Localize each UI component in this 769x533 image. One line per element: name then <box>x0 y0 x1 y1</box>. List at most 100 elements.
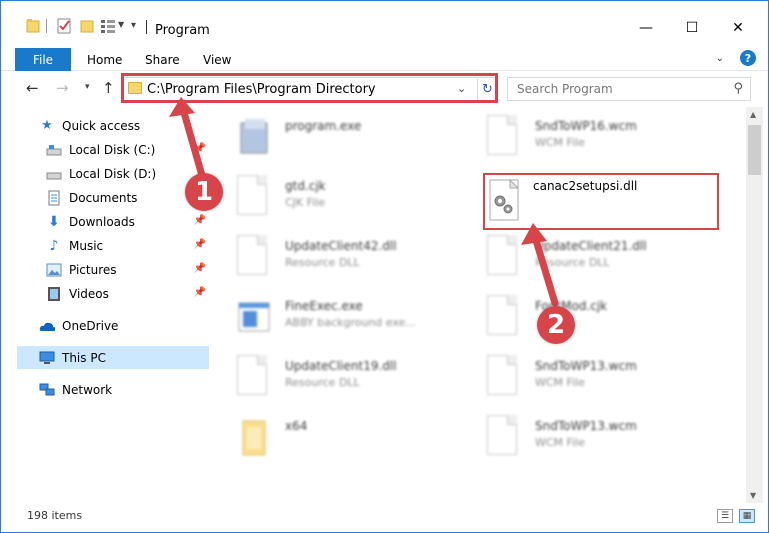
sidebar-item-label: OneDrive <box>62 318 119 333</box>
sidebar-item-label: Music <box>69 238 104 253</box>
callout-2: 2 <box>537 306 575 344</box>
details-view-icon[interactable]: ☰ <box>717 509 733 523</box>
file-item[interactable]: FineExec.exe ABBY background exe... <box>217 291 457 349</box>
address-bar[interactable]: C:\Program Files\Program Directory ⌄ ↻ <box>121 77 498 102</box>
recent-locations-icon[interactable]: ▾ <box>85 82 90 92</box>
address-dropdown-icon[interactable]: ⌄ <box>457 82 466 95</box>
tab-share[interactable]: Share <box>145 53 180 67</box>
document-icon <box>487 355 521 399</box>
view-options-icon[interactable] <box>100 17 116 35</box>
dll-icon <box>237 235 271 279</box>
file-item[interactable]: x64 <box>217 411 457 469</box>
tab-view[interactable]: View <box>203 53 231 67</box>
maximize-button[interactable]: ☐ <box>669 13 715 43</box>
file-item[interactable]: UpdateClient42.dll Resource DLL <box>217 231 457 289</box>
network-icon <box>39 382 55 398</box>
sidebar-item-label: Documents <box>69 190 138 205</box>
file-type: Resource DLL <box>285 256 360 269</box>
documents-icon <box>46 190 62 206</box>
address-path[interactable]: C:\Program Files\Program Directory <box>147 82 376 97</box>
sidebar-item-local-disk-d[interactable]: Local Disk (D:) <box>46 162 209 185</box>
help-icon[interactable]: ? <box>740 50 756 66</box>
navigation-pane: ★ Quick access Local Disk (C:) 📌 Local D… <box>1 107 216 503</box>
sidebar-item-downloads[interactable]: ⬇ Downloads 📌 <box>46 210 209 233</box>
address-folder-icon <box>128 82 142 94</box>
file-item[interactable]: program.exe <box>217 111 457 169</box>
search-icon[interactable]: ⚲ <box>733 81 743 96</box>
file-item[interactable]: UpdateClient21.dll Resource DLL <box>467 231 707 289</box>
sidebar-item-label: Videos <box>69 286 109 301</box>
dll-icon <box>487 235 521 279</box>
properties-icon[interactable] <box>56 17 72 35</box>
document-icon <box>487 115 521 159</box>
tab-file[interactable]: File <box>15 48 71 71</box>
status-bar: 198 items ☰ ▦ <box>1 503 768 532</box>
folder-icon <box>26 19 40 33</box>
file-item-canac2setupsi-dll[interactable]: canac2setupsi.dll <box>483 173 719 230</box>
file-explorer-window: ▼ ▾ Program — ☐ ✕ File Home Share View ⌄… <box>0 0 769 533</box>
new-folder-icon[interactable] <box>80 17 94 35</box>
app-window-icon <box>238 302 270 332</box>
videos-icon <box>46 286 62 302</box>
file-item[interactable]: SndToWP13.wcm WCM File <box>467 351 707 409</box>
file-name: SndToWP13.wcm <box>535 419 637 433</box>
file-item[interactable]: SndToWP16.wcm WCM File <box>467 111 707 169</box>
search-input[interactable]: Search Program <box>517 82 613 96</box>
sidebar-item-label: Downloads <box>69 214 135 229</box>
expand-ribbon-icon[interactable]: ⌄ <box>716 53 724 64</box>
refresh-icon[interactable]: ↻ <box>477 79 497 100</box>
minimize-button[interactable]: — <box>623 13 669 43</box>
file-name: SndToWP13.wcm <box>535 359 637 373</box>
sidebar-item-pictures[interactable]: Pictures 📌 <box>46 258 209 281</box>
title-bar: ▼ ▾ Program — ☐ ✕ <box>1 1 768 45</box>
sidebar-item-label: This PC <box>62 350 106 365</box>
qa-dropdown-icon[interactable]: ▼ <box>118 20 124 29</box>
file-name: UpdateClient19.dll <box>285 359 397 373</box>
sidebar-item-network[interactable]: Network <box>39 378 209 401</box>
file-item[interactable]: UpdateClient19.dll Resource DLL <box>217 351 457 409</box>
sidebar-item-onedrive[interactable]: OneDrive <box>39 314 209 337</box>
up-icon[interactable]: ↑ <box>102 79 115 97</box>
music-icon: ♪ <box>49 237 59 254</box>
vertical-scrollbar[interactable]: ▲ ▼ <box>746 107 763 503</box>
scroll-thumb[interactable] <box>748 125 761 175</box>
back-icon[interactable]: ← <box>26 79 39 97</box>
file-item[interactable]: SndToWP13.wcm WCM File <box>467 411 707 469</box>
scroll-up-icon[interactable]: ▲ <box>750 110 756 119</box>
pin-icon[interactable]: 📌 <box>194 239 206 250</box>
forward-icon[interactable]: → <box>56 79 69 97</box>
file-list: program.exe gtd.cjk CJK File UpdateClien… <box>217 107 746 503</box>
dll-gear-icon <box>489 179 520 221</box>
close-button[interactable]: ✕ <box>715 13 761 43</box>
file-type: CJK File <box>285 196 326 209</box>
tiles-view-icon[interactable]: ▦ <box>739 509 755 523</box>
pin-icon[interactable]: 📌 <box>194 263 206 274</box>
sidebar-item-this-pc[interactable]: This PC <box>17 346 209 369</box>
document-icon <box>487 415 521 459</box>
file-type: Resource DLL <box>285 376 360 389</box>
file-type: Resource DLL <box>535 256 610 269</box>
pin-icon[interactable]: 📌 <box>194 143 206 154</box>
star-icon: ★ <box>41 118 53 133</box>
file-name: x64 <box>285 419 308 433</box>
pictures-icon <box>46 262 62 278</box>
sidebar-item-music[interactable]: ♪ Music 📌 <box>46 234 209 257</box>
sidebar-item-label: Local Disk (D:) <box>69 166 157 181</box>
sidebar-item-local-disk-c[interactable]: Local Disk (C:) 📌 <box>46 138 209 161</box>
file-item[interactable]: FontMod.cjk <box>467 291 707 349</box>
file-name: program.exe <box>285 119 362 133</box>
sidebar-item-videos[interactable]: Videos 📌 <box>46 282 209 305</box>
tab-home[interactable]: Home <box>87 53 122 67</box>
pin-icon[interactable]: 📌 <box>194 287 206 298</box>
callout-1: 1 <box>185 173 223 211</box>
search-box[interactable]: Search Program ⚲ <box>507 77 751 101</box>
pin-icon[interactable]: 📌 <box>194 215 206 226</box>
customize-qa-icon[interactable]: ▾ <box>131 20 136 31</box>
file-item[interactable]: gtd.cjk CJK File <box>217 171 457 229</box>
ribbon: File Home Share View ⌄ ? <box>1 45 768 71</box>
file-name: FineExec.exe <box>285 299 363 313</box>
sidebar-item-quick-access[interactable]: ★ Quick access <box>39 114 209 137</box>
drive-icon <box>46 166 62 182</box>
document-icon <box>487 295 521 339</box>
scroll-down-icon[interactable]: ▼ <box>750 491 756 500</box>
